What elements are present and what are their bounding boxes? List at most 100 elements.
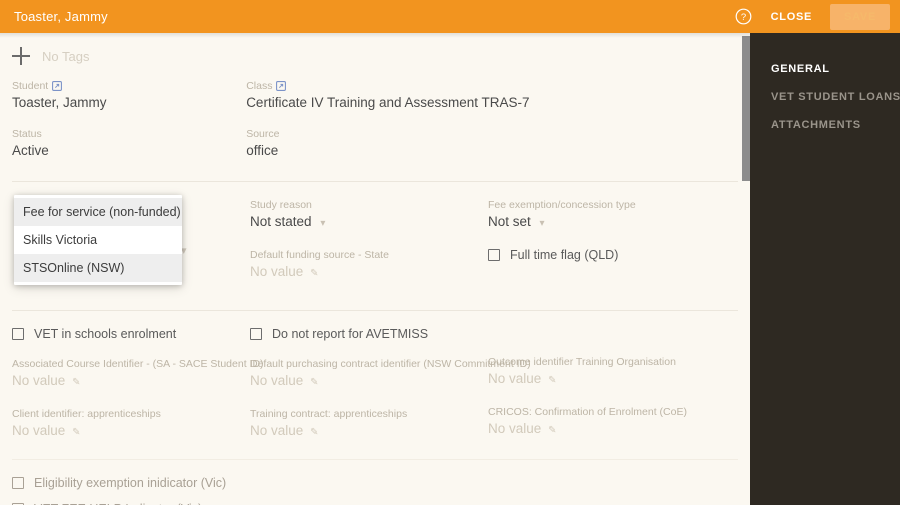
- pencil-edit-icon[interactable]: ✎: [72, 427, 80, 438]
- pencil-edit-icon[interactable]: ✎: [310, 377, 318, 388]
- field-fee-exemption-value[interactable]: Not set ▾: [488, 213, 728, 233]
- field-outcome-identifier-label: Outcome identifier Training Organisation: [488, 356, 676, 368]
- field-student-value[interactable]: Toaster, Jammy: [12, 94, 246, 112]
- field-cricos-value[interactable]: No value ✎: [488, 420, 728, 440]
- scrollbar-thumb[interactable]: [742, 36, 750, 181]
- help-icon[interactable]: ?: [731, 4, 757, 30]
- funding-col-2: Study reason Not stated ▾ Default fundin…: [250, 198, 488, 308]
- nav-item-attachments[interactable]: ATTACHMENTS: [750, 111, 900, 139]
- pencil-edit-icon[interactable]: ✎: [548, 425, 556, 436]
- field-outcome-identifier-text: No value: [488, 371, 542, 386]
- field-fee-exemption-text: Not set: [488, 214, 531, 229]
- field-student-label: Student: [12, 79, 246, 93]
- field-class: Class Certificate IV Training and Assess…: [246, 79, 750, 112]
- pencil-edit-icon[interactable]: ✎: [310, 268, 318, 279]
- field-default-purchasing-contract-text: No value: [250, 373, 304, 388]
- field-status: Status Active: [12, 127, 246, 160]
- field-full-time-flag: Full time flag (QLD): [488, 248, 728, 262]
- external-link-icon[interactable]: [52, 81, 63, 91]
- tags-row: No Tags: [0, 33, 750, 79]
- checkbox-box-icon[interactable]: [12, 328, 24, 340]
- divider-funding: [12, 310, 738, 311]
- pencil-edit-icon[interactable]: ✎: [548, 375, 556, 386]
- nav-item-vet-student-loans[interactable]: VET STUDENT LOANS: [750, 83, 900, 111]
- external-link-icon[interactable]: [276, 81, 287, 91]
- chevron-down-icon[interactable]: ▾: [320, 218, 325, 229]
- nav-item-general[interactable]: GENERAL: [750, 55, 900, 83]
- field-status-value[interactable]: Active: [12, 142, 246, 160]
- field-outcome-identifier: Outcome identifier Training Organisation…: [488, 355, 728, 390]
- checkbox-box-icon[interactable]: [250, 328, 262, 340]
- page-title: Toaster, Jammy: [14, 9, 108, 24]
- content-scrollbar[interactable]: [736, 33, 750, 505]
- pencil-edit-icon[interactable]: ✎: [310, 427, 318, 438]
- field-client-identifier: Client identifier: apprenticeships No va…: [12, 407, 250, 442]
- field-default-purchasing-contract: Default purchasing contract identifier (…: [250, 357, 531, 392]
- field-default-funding-state: Default funding source - State No value …: [250, 248, 488, 283]
- summary-section: Student Toaster, Jammy Status Active Cla…: [0, 79, 750, 175]
- window-header: Toaster, Jammy ? CLOSE SAVE: [0, 0, 900, 33]
- enrolment-detail-window: Toaster, Jammy ? CLOSE SAVE GENERAL VET …: [0, 0, 900, 505]
- field-default-funding-state-value[interactable]: No value ✎: [250, 263, 488, 283]
- field-default-funding-state-text: No value: [250, 264, 304, 279]
- field-training-contract-value[interactable]: No value ✎: [250, 422, 488, 442]
- summary-col-right: Class Certificate IV Training and Assess…: [246, 79, 750, 175]
- field-training-contract-label: Training contract: apprenticeships: [250, 408, 408, 420]
- field-client-identifier-value[interactable]: No value ✎: [12, 422, 250, 442]
- reporting-col-2: Do not report for AVETMISS Default purch…: [250, 327, 531, 457]
- dropdown-option-skills-victoria[interactable]: Skills Victoria: [14, 226, 182, 254]
- field-source-label: Source: [246, 128, 280, 140]
- field-class-label-text: Class: [246, 80, 273, 92]
- field-source: Source office: [246, 127, 750, 160]
- checkbox-box-icon[interactable]: [488, 249, 500, 261]
- checkbox-eligibility-exemption-label: Eligibility exemption inidicator (Vic): [34, 476, 227, 490]
- add-tag-icon[interactable]: [12, 47, 30, 65]
- field-study-reason-value[interactable]: Not stated ▾: [250, 213, 488, 233]
- svg-text:?: ?: [741, 12, 746, 23]
- field-training-contract: Training contract: apprenticeships No va…: [250, 407, 488, 442]
- field-study-reason: Study reason Not stated ▾: [250, 198, 488, 233]
- dropdown-option-stsonline-nsw[interactable]: STSOnline (NSW): [14, 254, 182, 282]
- dropdown-option-fee-for-service[interactable]: Fee for service (non-funded): [14, 198, 182, 226]
- close-button[interactable]: CLOSE: [759, 4, 824, 30]
- field-cricos: CRICOS: Confirmation of Enrolment (CoE) …: [488, 405, 728, 440]
- field-default-funding-state-label: Default funding source - State: [250, 249, 389, 261]
- field-outcome-identifier-value[interactable]: No value ✎: [488, 370, 728, 390]
- checkbox-vet-in-schools-label: VET in schools enrolment: [34, 327, 177, 341]
- field-client-identifier-text: No value: [12, 423, 66, 438]
- divider-summary: [12, 181, 738, 182]
- reporting-col-1: VET in schools enrolment Associated Cour…: [12, 327, 264, 457]
- field-default-purchasing-contract-value[interactable]: No value ✎: [250, 372, 488, 392]
- field-fee-exemption-label: Fee exemption/concession type: [488, 199, 636, 211]
- field-associated-course-identifier-value[interactable]: No value ✎: [12, 372, 250, 392]
- tags-placeholder[interactable]: No Tags: [42, 49, 89, 64]
- summary-col-left: Student Toaster, Jammy Status Active: [12, 79, 246, 175]
- field-default-purchasing-contract-label: Default purchasing contract identifier (…: [250, 358, 531, 370]
- header-actions: ? CLOSE SAVE: [731, 3, 890, 30]
- field-study-reason-text: Not stated: [250, 214, 312, 229]
- section-nav: GENERAL VET STUDENT LOANS ATTACHMENTS: [750, 33, 900, 505]
- field-fee-exemption: Fee exemption/concession type Not set ▾: [488, 198, 728, 233]
- field-training-contract-text: No value: [250, 423, 304, 438]
- field-source-value[interactable]: office: [246, 142, 750, 160]
- save-button[interactable]: SAVE: [830, 3, 890, 30]
- field-associated-course-identifier: Associated Course Identifier - (SA - SAC…: [12, 357, 264, 392]
- field-class-value[interactable]: Certificate IV Training and Assessment T…: [246, 94, 750, 112]
- checkbox-eligibility-exemption[interactable]: Eligibility exemption inidicator (Vic): [12, 476, 750, 490]
- field-associated-course-identifier-text: No value: [12, 373, 66, 388]
- field-associated-course-identifier-label: Associated Course Identifier - (SA - SAC…: [12, 358, 264, 370]
- field-client-identifier-label: Client identifier: apprenticeships: [12, 408, 161, 420]
- field-student-label-text: Student: [12, 80, 49, 92]
- field-cricos-label: CRICOS: Confirmation of Enrolment (CoE): [488, 406, 687, 418]
- checkbox-box-icon[interactable]: [12, 477, 24, 489]
- field-status-label: Status: [12, 128, 42, 140]
- pencil-edit-icon[interactable]: ✎: [72, 377, 80, 388]
- checkbox-full-time-flag[interactable]: Full time flag (QLD): [488, 248, 728, 262]
- field-cricos-text: No value: [488, 421, 542, 436]
- reporting-col-3: Outcome identifier Training Organisation…: [488, 327, 728, 457]
- reporting-section: VET in schools enrolment Associated Cour…: [0, 327, 750, 457]
- reporting-col-3-spacer: [488, 327, 728, 355]
- checkbox-do-not-report[interactable]: Do not report for AVETMISS: [250, 327, 488, 341]
- chevron-down-icon[interactable]: ▾: [540, 218, 545, 229]
- checkbox-vet-in-schools[interactable]: VET in schools enrolment: [12, 327, 250, 341]
